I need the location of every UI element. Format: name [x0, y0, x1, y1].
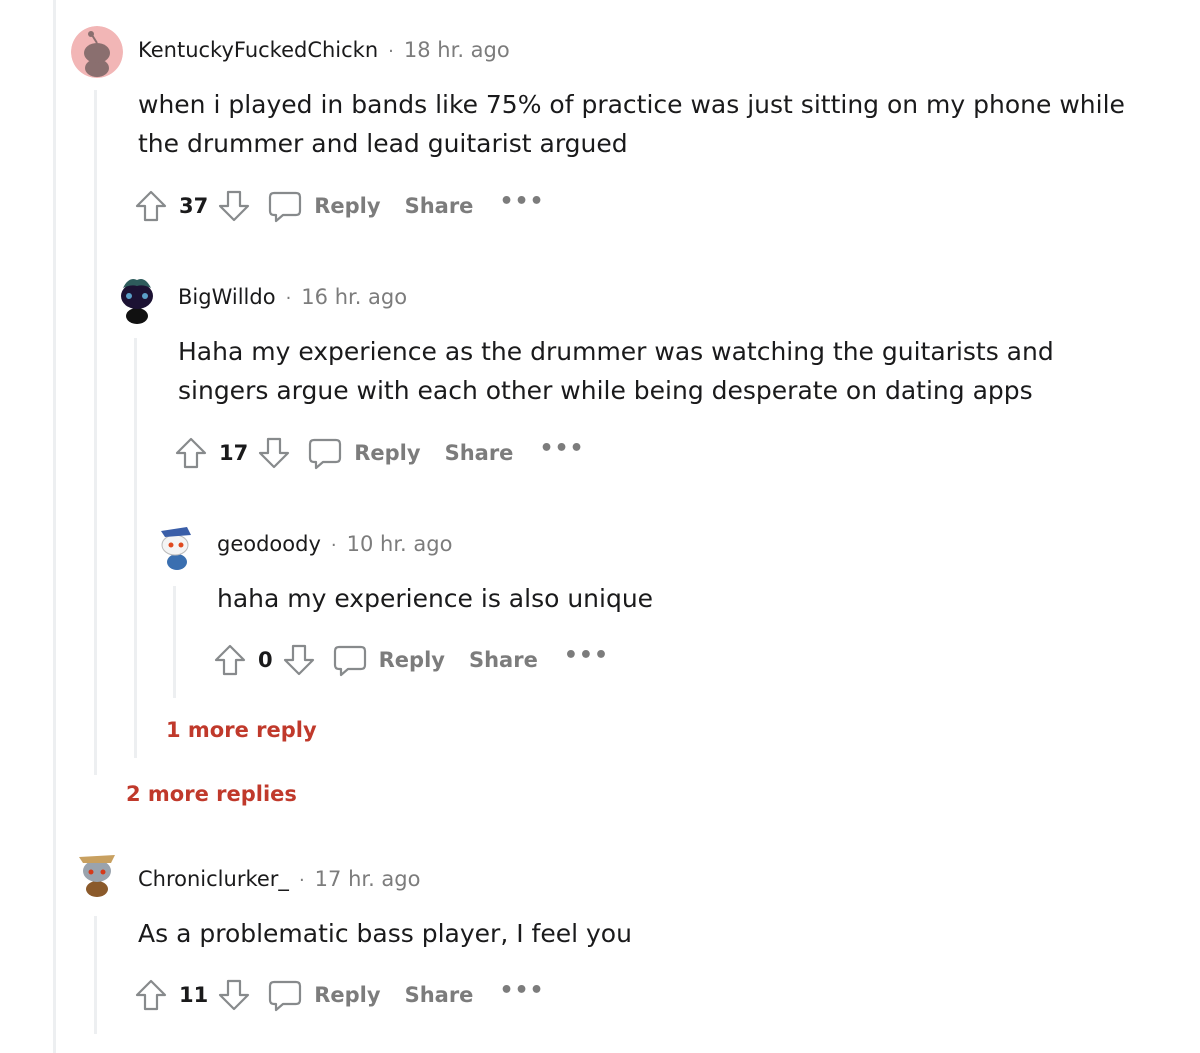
comment-bubble-icon[interactable] — [306, 435, 344, 471]
thread-line[interactable] — [94, 916, 97, 1034]
avatar[interactable] — [71, 845, 123, 897]
comment-body: haha my experience is also unique — [217, 579, 653, 618]
separator-dot: · — [285, 288, 292, 309]
comment-actions: 11 Reply Share ••• — [133, 975, 545, 1015]
reply-button[interactable]: Reply — [379, 648, 445, 672]
comment-body-line: the drummer and lead guitarist argued — [138, 129, 628, 158]
downvote-icon[interactable] — [281, 642, 317, 678]
more-replies-link[interactable]: 1 more reply — [166, 718, 317, 742]
comment-body: Haha my experience as the drummer was wa… — [178, 332, 1054, 410]
downvote-icon[interactable] — [256, 435, 292, 471]
more-options-button[interactable]: ••• — [499, 978, 544, 1003]
vote-score: 11 — [179, 983, 209, 1007]
comment-bubble-icon[interactable] — [266, 188, 304, 224]
comment-meta: geodoody · 10 hr. ago — [217, 532, 452, 556]
separator-dot: · — [298, 870, 305, 891]
comment-body-line: when i played in bands like 75% of pract… — [138, 90, 1125, 119]
comment-bubble-icon[interactable] — [331, 642, 369, 678]
avatar[interactable] — [71, 26, 123, 78]
comment-body: when i played in bands like 75% of pract… — [138, 85, 1125, 163]
share-button[interactable]: Share — [469, 648, 538, 672]
more-replies-link[interactable]: 2 more replies — [126, 782, 297, 806]
vote-score: 17 — [219, 441, 249, 465]
comment-actions: 37 Reply Share ••• — [133, 186, 545, 226]
snoo-avatar-icon — [151, 519, 203, 571]
upvote-icon[interactable] — [173, 435, 209, 471]
timestamp[interactable]: 16 hr. ago — [301, 285, 407, 309]
comment-body-line: haha my experience is also unique — [217, 584, 654, 613]
reply-button[interactable]: Reply — [314, 983, 380, 1007]
reply-button[interactable]: Reply — [314, 194, 380, 218]
comment-body-line: singers argue with each other while bein… — [178, 376, 1033, 405]
separator-dot: · — [388, 41, 394, 62]
avatar[interactable] — [151, 519, 203, 571]
timestamp[interactable]: 17 hr. ago — [315, 867, 421, 891]
share-button[interactable]: Share — [405, 983, 474, 1007]
separator-dot: · — [330, 535, 337, 556]
username[interactable]: KentuckyFuckedChickn — [138, 38, 378, 62]
share-button[interactable]: Share — [445, 441, 514, 465]
more-options-button[interactable]: ••• — [499, 189, 544, 214]
comment-meta: KentuckyFuckedChickn · 18 hr. ago — [138, 38, 510, 62]
downvote-icon[interactable] — [216, 977, 252, 1013]
username[interactable]: BigWilldo — [178, 285, 276, 309]
timestamp[interactable]: 18 hr. ago — [404, 38, 510, 62]
thread-line[interactable] — [94, 90, 97, 775]
snoo-avatar-icon — [111, 272, 163, 324]
upvote-icon[interactable] — [133, 188, 169, 224]
vote-score: 37 — [179, 194, 209, 218]
reply-button[interactable]: Reply — [354, 441, 420, 465]
comment-meta: BigWilldo · 16 hr. ago — [178, 285, 407, 309]
comment-body: As a problematic bass player, I feel you — [138, 914, 632, 953]
snoo-avatar-icon — [71, 845, 123, 897]
thread-line[interactable] — [173, 586, 176, 698]
comment-body-line: Haha my experience as the drummer was wa… — [178, 337, 1054, 366]
comment-actions: 0 Reply Share ••• — [212, 640, 609, 680]
timestamp[interactable]: 10 hr. ago — [347, 532, 453, 556]
thread-line[interactable] — [53, 0, 56, 1053]
snoo-avatar-icon — [71, 26, 123, 78]
thread-line[interactable] — [134, 338, 137, 758]
comment-meta: Chroniclurker_ · 17 hr. ago — [138, 867, 420, 891]
downvote-icon[interactable] — [216, 188, 252, 224]
vote-score: 0 — [258, 648, 273, 672]
more-options-button[interactable]: ••• — [539, 436, 584, 461]
avatar[interactable] — [111, 272, 163, 324]
more-options-button[interactable]: ••• — [564, 643, 609, 668]
comment-bubble-icon[interactable] — [266, 977, 304, 1013]
comment-thread: KentuckyFuckedChickn · 18 hr. ago when i… — [0, 0, 1200, 1053]
share-button[interactable]: Share — [405, 194, 474, 218]
comment-actions: 17 Reply Share ••• — [173, 433, 585, 473]
upvote-icon[interactable] — [212, 642, 248, 678]
comment-body-line: As a problematic bass player, I feel you — [138, 919, 632, 948]
username[interactable]: Chroniclurker_ — [138, 867, 289, 891]
upvote-icon[interactable] — [133, 977, 169, 1013]
username[interactable]: geodoody — [217, 532, 321, 556]
